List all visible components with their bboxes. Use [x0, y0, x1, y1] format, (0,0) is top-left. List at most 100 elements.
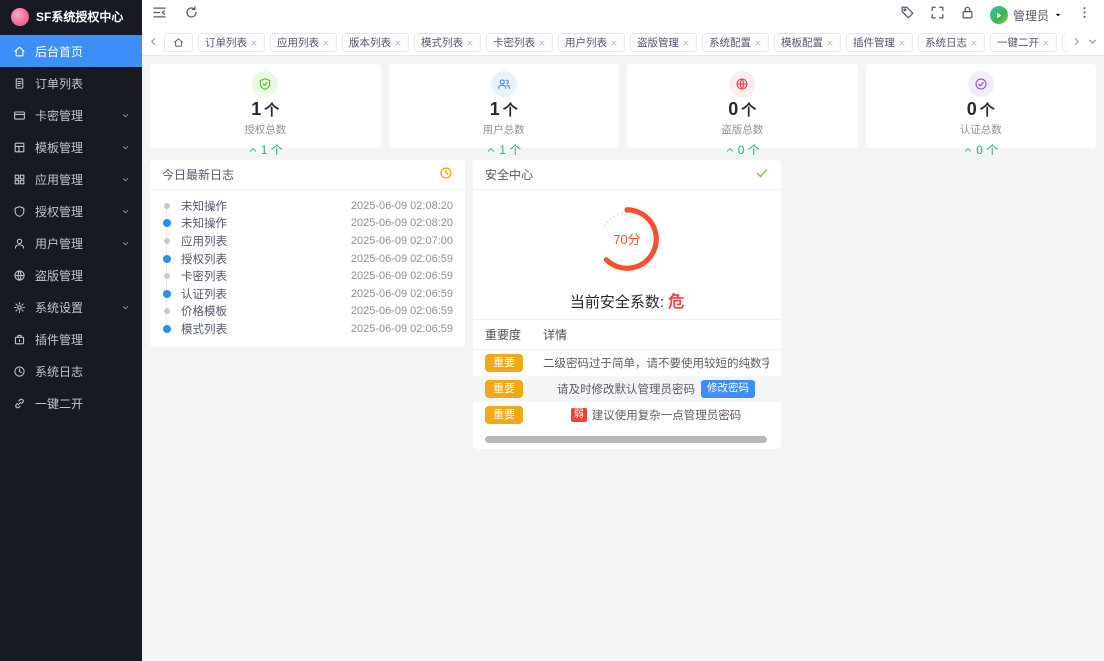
chevron-up-icon: [486, 145, 496, 155]
sidebar-item-gear[interactable]: 系统设置: [0, 291, 142, 323]
close-icon[interactable]: [610, 39, 618, 47]
close-icon[interactable]: [538, 39, 546, 47]
tag-icon[interactable]: [900, 5, 915, 25]
log-item-label: 未知操作: [181, 198, 351, 214]
security-score-gauge: 70分: [584, 196, 670, 287]
detail-text: 请及时修改默认管理员密码: [557, 381, 695, 397]
close-icon[interactable]: [394, 39, 402, 47]
tab-item[interactable]: 模板配置: [774, 33, 841, 52]
horizontal-scrollbar[interactable]: [485, 436, 767, 443]
change-password-button[interactable]: 修改密码: [701, 380, 755, 398]
tab-item[interactable]: 订单列表: [198, 33, 265, 52]
timeline-dot: [162, 255, 171, 263]
sidebar-item-plugin[interactable]: 插件管理: [0, 323, 142, 355]
sidebar-item-card[interactable]: 卡密管理: [0, 99, 142, 131]
security-table-body: 重要二级密码过于简单，请不要使用较短的纯数字或自己的QQ号当做密码重要请及时修改…: [473, 350, 781, 428]
detail-text: 建议使用复杂一点管理员密码: [592, 407, 742, 423]
tab-item[interactable]: 模式列表: [414, 33, 481, 52]
stat-trend: 1 个: [389, 141, 620, 158]
tab-label: 一键二开: [997, 35, 1039, 50]
security-table-row: 重要弱建议使用复杂一点管理员密码: [473, 402, 781, 428]
tab-item[interactable]: 盗版管理: [630, 33, 697, 52]
log-item: 模式列表2025-06-09 02:06:59: [162, 320, 453, 338]
security-table-header: 重要度 详情: [473, 319, 781, 350]
log-item: 授权列表2025-06-09 02:06:59: [162, 250, 453, 268]
chevron-down-icon: [121, 239, 130, 248]
security-level-badge: 危: [668, 294, 684, 311]
tab-home[interactable]: [164, 33, 193, 52]
detail-cell: 二级密码过于简单，请不要使用较短的纯数字或自己的QQ号当做密码: [543, 355, 769, 371]
clock-icon: [439, 166, 453, 183]
stat-number: 0: [728, 99, 738, 119]
sidebar-item-home[interactable]: 后台首页: [0, 35, 142, 67]
topbar-right: 管理员: [900, 5, 1092, 25]
sidebar-item-link[interactable]: 一键二开: [0, 387, 142, 419]
close-icon[interactable]: [466, 39, 474, 47]
refresh-icon[interactable]: [184, 5, 199, 25]
close-icon[interactable]: [826, 39, 834, 47]
gear-icon: [13, 301, 26, 314]
timeline-dot: [162, 238, 171, 244]
timeline-dot: [162, 203, 171, 209]
fullscreen-icon[interactable]: [930, 5, 945, 25]
stat-value: 0个: [627, 99, 858, 121]
importance-badge: 重要: [485, 354, 523, 372]
tab-item[interactable]: 版本列表: [342, 33, 409, 52]
sidebar-item-label: 插件管理: [35, 331, 83, 348]
users-icon: [491, 71, 517, 97]
log-item: 应用列表2025-06-09 02:07:00: [162, 232, 453, 250]
timeline-dot: [162, 308, 171, 314]
username: 管理员: [1013, 7, 1049, 24]
collapse-menu-icon[interactable]: [152, 5, 167, 25]
tab-label: 订单列表: [205, 35, 247, 50]
importance-column-header: 重要度: [485, 326, 543, 343]
sidebar-item-order[interactable]: 订单列表: [0, 67, 142, 99]
close-icon[interactable]: [250, 39, 258, 47]
security-caption: 当前安全系数:危: [473, 288, 781, 312]
tabs-scroll-left-icon[interactable]: [148, 34, 159, 52]
globe-icon: [13, 269, 26, 282]
stat-card-globe: 0个盗版总数0 个: [627, 64, 858, 148]
tab-label: 模式列表: [421, 35, 463, 50]
tab-label: 插件管理: [853, 35, 895, 50]
tab-item[interactable]: 插件管理: [846, 33, 913, 52]
lock-icon[interactable]: [960, 5, 975, 25]
sidebar-item-globe[interactable]: 盗版管理: [0, 259, 142, 291]
importance-cell: 重要: [485, 380, 543, 398]
stat-trend: 0 个: [866, 141, 1097, 158]
log-item-label: 应用列表: [181, 233, 351, 249]
tab-item[interactable]: 用户列表: [558, 33, 625, 52]
more-vertical-icon[interactable]: [1077, 5, 1092, 25]
close-icon[interactable]: [754, 39, 762, 47]
user-menu[interactable]: 管理员: [990, 6, 1062, 24]
log-item-label: 认证列表: [181, 286, 351, 302]
timeline-dot: [162, 325, 171, 333]
tabs-scroll-right-icon[interactable]: [1071, 34, 1082, 52]
tab-item[interactable]: 一键二开: [990, 33, 1057, 52]
sidebar-item-clock[interactable]: 系统日志: [0, 355, 142, 387]
close-icon[interactable]: [898, 39, 906, 47]
app-logo-icon: [11, 8, 29, 26]
close-icon[interactable]: [1042, 39, 1050, 47]
tabs-dropdown-icon[interactable]: [1087, 34, 1098, 52]
caret-down-icon: [1054, 6, 1062, 24]
detail-cell: 弱建议使用复杂一点管理员密码: [543, 407, 769, 423]
sidebar-item-template[interactable]: 模板管理: [0, 131, 142, 163]
sidebar-item-label: 后台首页: [35, 43, 83, 60]
sidebar-item-label: 一键二开: [35, 395, 83, 412]
sidebar-item-user[interactable]: 用户管理: [0, 227, 142, 259]
sidebar-item-shield[interactable]: 授权管理: [0, 195, 142, 227]
log-item-time: 2025-06-09 02:08:20: [351, 200, 453, 212]
tab-item[interactable]: 授权列表: [1062, 33, 1066, 52]
stat-number: 1: [251, 99, 261, 119]
close-icon[interactable]: [322, 39, 330, 47]
tab-item[interactable]: 系统日志: [918, 33, 985, 52]
tab-item[interactable]: 系统配置: [702, 33, 769, 52]
shield-check-icon: [252, 71, 278, 97]
close-icon[interactable]: [970, 39, 978, 47]
sidebar-item-apps[interactable]: 应用管理: [0, 163, 142, 195]
tab-item[interactable]: 卡密列表: [486, 33, 553, 52]
close-icon[interactable]: [682, 39, 690, 47]
tab-item[interactable]: 应用列表: [270, 33, 337, 52]
stat-card-users: 1个用户总数1 个: [389, 64, 620, 148]
